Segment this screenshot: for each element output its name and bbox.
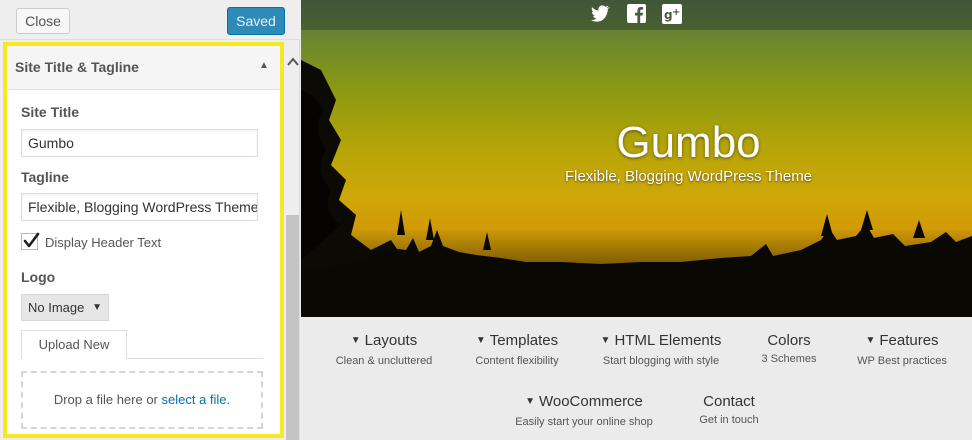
panel-scrollbar[interactable] [285,50,300,440]
tab-divider [127,358,263,359]
chevron-up-icon[interactable] [285,54,300,70]
logo-select-value: No Image [28,300,85,315]
nav-sub: Get in touch [699,414,759,426]
caret-down-icon: ▼ [475,335,486,346]
preview-site-title[interactable]: Gumbo [301,118,972,168]
logo-select[interactable]: No Image ▼ [21,294,109,321]
dropzone-text: Drop a file here or [53,392,162,407]
nav-label: Templates [489,332,559,349]
nav-item-colors[interactable]: Colors 3 Schemes [749,332,829,366]
scrollbar-thumb[interactable] [286,215,299,440]
section-header[interactable]: Site Title & Tagline ▲ [7,46,280,90]
svg-text:+: + [672,7,680,18]
social-bar: g + [301,0,972,30]
chevron-down-icon: ▼ [92,302,102,313]
file-dropzone[interactable]: Drop a file here or select a file. [21,371,263,429]
tagline-label: Tagline [21,169,69,185]
caret-down-icon: ▼ [350,335,361,346]
close-button[interactable]: Close [16,8,70,34]
nav-sub: Clean & uncluttered [335,355,433,367]
nav-item-templates[interactable]: ▼ Templates Content flexibility [467,332,567,368]
tab-upload-new[interactable]: Upload New [21,330,127,359]
nav-sub: Start blogging with style [602,355,720,367]
google-plus-icon[interactable]: g + [662,4,682,29]
twitter-icon[interactable] [591,4,611,27]
nav-label: Layouts [364,332,418,349]
collapse-arrow-icon[interactable]: ▲ [259,60,269,71]
nav-item-layouts[interactable]: ▼ Layouts Clean & uncluttered [334,332,434,368]
site-title-input[interactable]: Gumbo [21,129,258,157]
checkmark-icon [23,232,40,248]
caret-down-icon: ▼ [865,335,876,346]
display-header-text-label[interactable]: Display Header Text [45,235,161,250]
tagline-input[interactable]: Flexible, Blogging WordPress Theme [21,193,258,221]
nav-label: Colors [767,332,811,349]
nav-label: HTML Elements [614,332,722,349]
saved-button[interactable]: Saved [227,7,285,35]
nav-sub: WP Best practices [857,355,947,367]
nav-item-features[interactable]: ▼ Features WP Best practices [847,332,957,368]
select-file-link[interactable]: select a file [162,392,227,407]
main-navigation: ▼ Layouts Clean & uncluttered ▼ Templates … [301,317,972,440]
logo-label: Logo [21,269,56,285]
dropzone-period: . [226,392,231,407]
site-title-label: Site Title [21,104,80,120]
nav-label: Contact [703,393,755,410]
nav-sub: Easily start your online shop [515,416,653,428]
site-title-tagline-section: Site Title & Tagline ▲ Site Title Gumbo … [3,42,284,438]
nav-item-html-elements[interactable]: ▼ HTML Elements Start blogging with style [596,332,726,368]
caret-down-icon: ▼ [525,396,535,407]
customizer-header: Close Saved [0,0,300,40]
header-hero: g + Gumbo Flexible, Blogging WordPress Th… [301,0,972,317]
display-header-text-checkbox[interactable] [21,232,40,250]
site-preview: g + Gumbo Flexible, Blogging WordPress Th… [301,0,972,440]
preview-site-tagline: Flexible, Blogging WordPress Theme [564,168,813,185]
facebook-icon[interactable] [627,4,646,28]
nav-sub: 3 Schemes [761,353,817,365]
nav-sub: Content flexibility [475,355,559,367]
customizer-panel: Close Saved Site Title & Tagline ▲ Site … [0,0,300,440]
nav-label: WooCommerce [538,393,643,410]
caret-down-icon: ▼ [600,335,611,346]
nav-item-contact[interactable]: Contact Get in touch [689,393,769,427]
nav-item-woocommerce[interactable]: ▼ WooCommerce Easily start your online sh… [514,393,654,429]
nav-label: Features [879,332,939,349]
section-title: Site Title & Tagline [15,59,139,75]
